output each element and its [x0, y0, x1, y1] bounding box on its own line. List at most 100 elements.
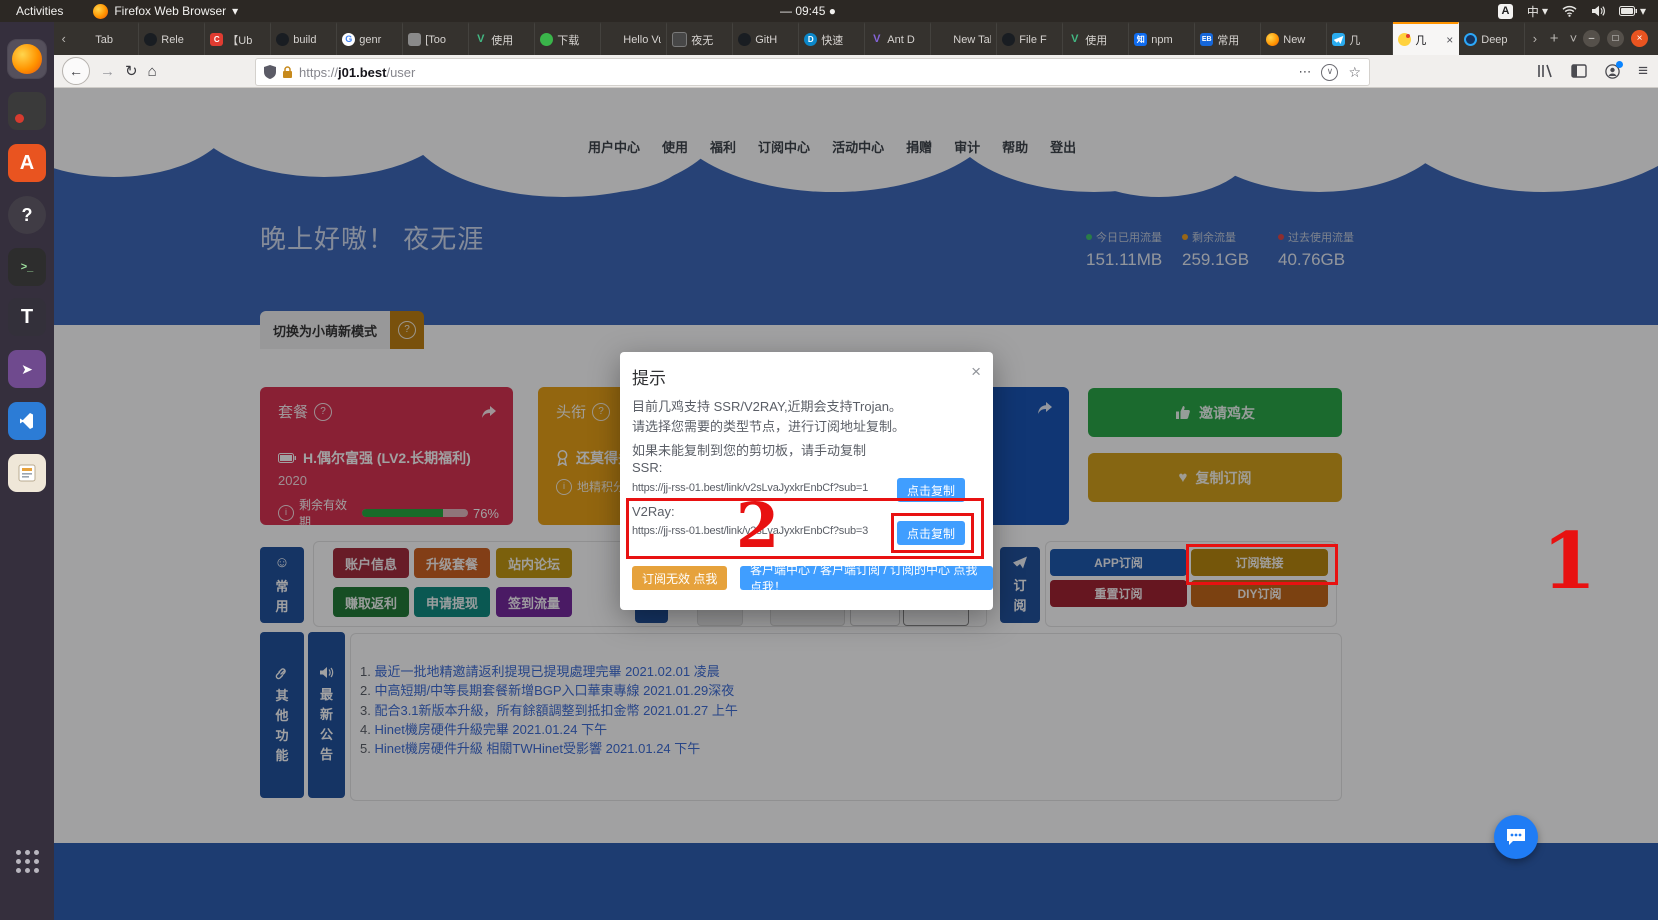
app-menu[interactable]: Firefox Web Browser ▾: [93, 4, 238, 19]
browser-tab[interactable]: New Tab: [931, 22, 997, 55]
telegram-favicon: [1332, 33, 1345, 46]
deepin-favicon: [1464, 33, 1477, 46]
scroll-tabs-right-button[interactable]: ›: [1525, 22, 1544, 55]
bookmark-star-icon[interactable]: ☆: [1348, 64, 1361, 81]
dialog-close-icon[interactable]: ×: [971, 362, 981, 382]
browser-tab[interactable]: Tab: [73, 22, 139, 55]
new-tab-button[interactable]: +: [1545, 22, 1564, 55]
system-top-bar: Activities Firefox Web Browser ▾ — 09:45…: [0, 0, 1658, 22]
notes-app-icon[interactable]: [8, 454, 46, 492]
app-menu-label: Firefox Web Browser: [114, 4, 226, 18]
github-favicon: [144, 33, 157, 46]
address-bar[interactable]: https://j01.best/user ⋯ ∨ ☆: [255, 58, 1370, 86]
keyboard-indicator-icon[interactable]: A: [1498, 4, 1513, 19]
tracking-shield-icon[interactable]: [264, 65, 276, 79]
browser-tab[interactable]: Ggenr: [337, 22, 403, 55]
subscription-invalid-button[interactable]: 订阅无效 点我: [632, 566, 727, 590]
browser-tab[interactable]: C【Ub: [205, 22, 271, 55]
tab-close-icon[interactable]: ×: [1446, 33, 1453, 47]
tab-title: npm: [1151, 34, 1189, 46]
tab-title: Ant D: [887, 34, 925, 46]
tab-title: Deep: [1481, 34, 1519, 46]
pocket-icon[interactable]: ∨: [1321, 64, 1338, 81]
show-applications-icon[interactable]: [8, 842, 46, 880]
browser-tab[interactable]: EB常用: [1195, 22, 1261, 55]
browser-tab[interactable]: V使用: [469, 22, 535, 55]
browser-tab[interactable]: 夜无: [667, 22, 733, 55]
tab-title: 常用: [1217, 32, 1255, 48]
github-favicon: [738, 33, 751, 46]
scroll-tabs-left-button[interactable]: ‹: [54, 22, 73, 55]
browser-tab[interactable]: 几: [1327, 22, 1393, 55]
software-store-icon[interactable]: A: [8, 144, 46, 182]
red-dot: [15, 114, 24, 123]
launcher-dock: A ? >_ T ➤: [0, 22, 54, 920]
browser-tab[interactable]: File F: [997, 22, 1063, 55]
editor-letter: T: [21, 306, 33, 329]
browser-tab[interactable]: New: [1261, 22, 1327, 55]
window-minimize-button[interactable]: –: [1583, 30, 1600, 47]
browser-tab[interactable]: GitH: [733, 22, 799, 55]
tab-title: Rele: [161, 34, 199, 46]
clock-label: — 09:45 ●: [780, 4, 836, 18]
wifi-icon[interactable]: [1562, 5, 1577, 17]
window-maximize-button[interactable]: □: [1607, 30, 1624, 47]
store-letter: A: [20, 152, 34, 175]
clock[interactable]: — 09:45 ●: [780, 4, 836, 18]
text-editor-icon[interactable]: T: [8, 298, 46, 336]
c-favicon: C: [210, 33, 223, 46]
browser-tab[interactable]: Deep: [1459, 22, 1525, 55]
page-favicon: [672, 32, 687, 47]
menu-icon[interactable]: ≡: [1638, 61, 1648, 81]
tab-title: File F: [1019, 34, 1057, 46]
browser-tab[interactable]: Rele: [139, 22, 205, 55]
annotation-number-2: 2: [736, 494, 779, 558]
browser-tab[interactable]: Hello Vu: [601, 22, 667, 55]
home-button[interactable]: ⌂: [148, 63, 157, 80]
help-icon[interactable]: ?: [8, 196, 46, 234]
vscode-icon[interactable]: [8, 402, 46, 440]
browser-tab[interactable]: VAnt D: [865, 22, 931, 55]
sidebar-icon[interactable]: [1571, 64, 1587, 78]
browser-tab[interactable]: V 使用: [1063, 22, 1129, 55]
github-favicon: [276, 33, 289, 46]
tab-title: 几: [1349, 32, 1387, 48]
chat-widget-button[interactable]: [1494, 815, 1538, 859]
chat-icon: [1505, 827, 1527, 847]
url-text: https://j01.best/user: [299, 65, 415, 80]
browser-tab-active[interactable]: 几×: [1393, 22, 1459, 55]
url-path: /user: [386, 65, 415, 80]
reload-button[interactable]: ↻: [125, 62, 138, 80]
client-center-button[interactable]: 客户端中心 / 客户端订阅 / 订阅的中心 点我点我！: [740, 566, 993, 590]
tab-title: New Tab: [953, 34, 991, 46]
list-tabs-button[interactable]: ˅: [1564, 22, 1583, 55]
account-icon[interactable]: [1605, 64, 1620, 79]
tab-title: 使用: [1085, 32, 1123, 48]
browser-tab[interactable]: build: [271, 22, 337, 55]
archive-app-icon[interactable]: [8, 92, 46, 130]
terminal-icon[interactable]: >_: [8, 248, 46, 286]
firefox-dock-icon[interactable]: [8, 40, 46, 78]
activities-button[interactable]: Activities: [16, 4, 63, 18]
firefox-icon: [93, 4, 108, 19]
page-actions-icon[interactable]: ⋯: [1298, 64, 1311, 80]
vue-favicon: V: [474, 33, 487, 46]
remote-terminal-icon[interactable]: ➤: [8, 350, 46, 388]
volume-icon[interactable]: [1591, 5, 1605, 17]
browser-tab[interactable]: 下载: [535, 22, 601, 55]
tab-title: build: [293, 34, 331, 46]
lock-icon[interactable]: [282, 66, 293, 79]
browser-tab[interactable]: [Too: [403, 22, 469, 55]
input-language-menu[interactable]: 中 ▾: [1527, 3, 1548, 20]
vue-favicon: V: [1068, 33, 1081, 46]
library-icon[interactable]: [1537, 64, 1553, 78]
browser-toolbar: ← → ↻ ⌂ https://j01.best/user ⋯ ∨ ☆ ≡: [54, 55, 1658, 88]
browser-tab[interactable]: 知npm: [1129, 22, 1195, 55]
forward-button[interactable]: →: [100, 63, 115, 80]
window-close-button[interactable]: ×: [1631, 30, 1648, 47]
browser-tab[interactable]: D快速: [799, 22, 865, 55]
back-button[interactable]: ←: [62, 57, 90, 85]
screen: Activities Firefox Web Browser ▾ — 09:45…: [0, 0, 1658, 920]
battery-indicator[interactable]: ▾: [1619, 4, 1646, 18]
ssr-label: SSR:: [632, 460, 662, 475]
